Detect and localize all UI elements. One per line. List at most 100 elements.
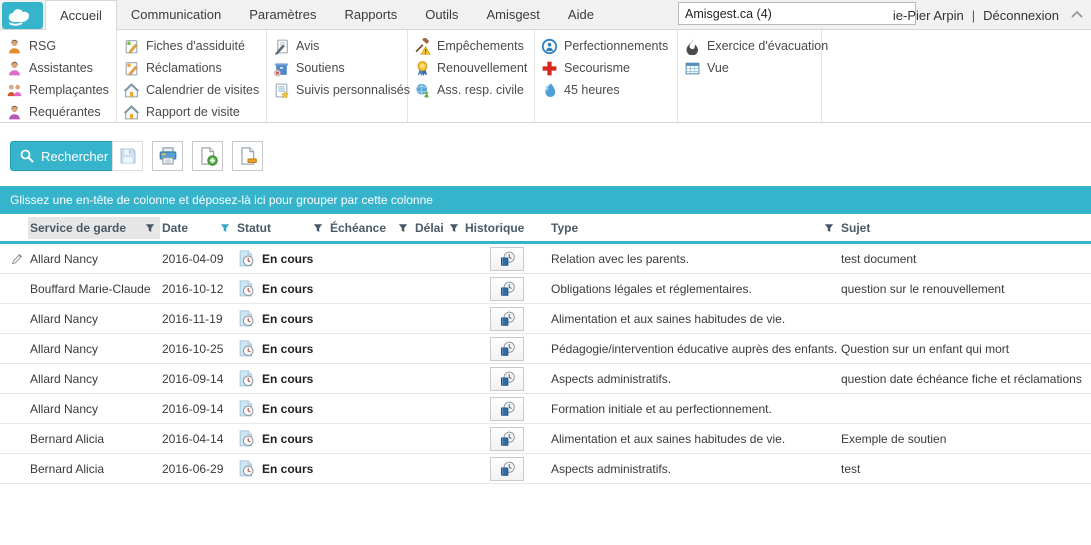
table-row[interactable]: Bouffard Marie-Claude 2016-10-12 En cours O… — [0, 274, 1091, 304]
status-label: En cours — [262, 311, 314, 326]
ribbon-item-vue[interactable]: Vue — [684, 57, 821, 79]
table-row[interactable]: Allard Nancy 2016-04-09 En cours Relation a… — [0, 244, 1091, 274]
ribbon-tab-bar: Accueil Communication Paramètres Rapports Ou… — [0, 0, 1091, 31]
ribbon-item-secourisme[interactable]: Secourisme — [541, 57, 677, 79]
column-header-label: Délai — [415, 220, 444, 235]
table-row[interactable]: Allard Nancy 2016-09-14 En cours Aspects ad… — [0, 364, 1091, 394]
remove-record-button[interactable] — [232, 141, 263, 171]
search-button[interactable]: Rechercher — [10, 141, 122, 171]
ribbon-item-requerantes[interactable]: Requérantes — [6, 101, 116, 123]
history-button[interactable] — [490, 306, 524, 331]
cell-date: 2016-09-14 — [162, 401, 224, 416]
tab-communication[interactable]: Communication — [117, 0, 235, 30]
column-header-date[interactable]: Date — [160, 217, 235, 239]
table-row[interactable]: Bernard Alicia 2016-06-29 En cours Aspects … — [0, 454, 1091, 484]
column-header-historique[interactable]: Historique — [463, 217, 549, 239]
history-button[interactable] — [490, 366, 524, 391]
cell-sujet: test — [841, 461, 861, 476]
status-clock-page-icon — [237, 459, 256, 478]
cell-date: 2016-10-25 — [162, 341, 224, 356]
grid-header-row: Service de garde Date Statut Échéance Délai H… — [0, 214, 1091, 241]
history-button[interactable] — [490, 276, 524, 301]
cell-type: Pédagogie/intervention éducative auprès … — [551, 341, 838, 356]
ribbon-item-label: Requérantes — [29, 105, 101, 119]
ribbon-item-suivis-personnalises[interactable]: Suivis personnalisés — [273, 79, 410, 101]
ribbon-item-reclamations[interactable]: Réclamations — [123, 57, 266, 79]
ribbon-item-assistantes[interactable]: Assistantes — [6, 57, 116, 79]
account-selector[interactable] — [678, 2, 916, 25]
person-pink-icon — [6, 60, 23, 77]
column-header-delai[interactable]: Délai — [413, 217, 463, 239]
cell-date: 2016-06-29 — [162, 461, 224, 476]
cell-service-de-garde: Bernard Alicia — [30, 461, 105, 476]
ribbon-item-renouvellement[interactable]: Renouvellement — [414, 57, 534, 79]
filter-icon-service-de-garde[interactable] — [144, 222, 156, 234]
table-row[interactable]: Allard Nancy 2016-10-25 En cours Pédagogie/… — [0, 334, 1091, 364]
column-header-statut[interactable]: Statut — [235, 217, 328, 239]
group-by-panel[interactable]: Glissez une en-tête de colonne et dépose… — [0, 186, 1091, 214]
ribbon-group-2: Fiches d'assiduité Réclamations Calendrier… — [117, 30, 267, 122]
app-logo-icon[interactable] — [2, 2, 43, 29]
tab-accueil[interactable]: Accueil — [45, 0, 117, 31]
row-indicator-cell — [0, 334, 28, 363]
ribbon-item-soutiens[interactable]: Soutiens — [273, 57, 407, 79]
status-clock-page-icon — [237, 369, 256, 388]
edit-pencil-icon — [10, 252, 24, 266]
filter-icon-delai[interactable] — [448, 222, 460, 234]
tab-aide[interactable]: Aide — [554, 0, 608, 30]
ribbon-item-rsg[interactable]: RSG — [6, 35, 116, 57]
add-record-button[interactable] — [192, 141, 223, 171]
history-button[interactable] — [490, 246, 524, 271]
cell-delai — [413, 274, 463, 303]
cell-service-de-garde: Allard Nancy — [30, 371, 99, 386]
tab-parametres[interactable]: Paramètres — [235, 0, 330, 30]
globe-person-icon — [414, 82, 431, 99]
ribbon-item-label: Ass. resp. civile — [437, 83, 524, 97]
cell-statut: En cours — [235, 424, 328, 453]
ribbon-item-label: Avis — [296, 39, 320, 53]
print-button[interactable] — [152, 141, 183, 171]
tab-rapports[interactable]: Rapports — [330, 0, 411, 30]
table-row[interactable]: Allard Nancy 2016-11-19 En cours Alimentati… — [0, 304, 1091, 334]
gavel-warning-icon — [414, 37, 431, 55]
history-button[interactable] — [490, 396, 524, 421]
cell-delai — [413, 424, 463, 453]
red-cross-icon — [541, 60, 558, 77]
box-support-icon — [273, 60, 290, 77]
cell-sujet: test document — [841, 251, 917, 266]
tab-outils[interactable]: Outils — [411, 0, 472, 30]
ribbon-item-label: Réclamations — [146, 61, 222, 75]
column-header-label: Échéance — [330, 220, 387, 235]
filter-icon-echeance[interactable] — [397, 222, 409, 234]
history-icon — [499, 250, 516, 267]
table-row[interactable]: Bernard Alicia 2016-04-14 En cours Alimenta… — [0, 424, 1091, 454]
column-header-service-de-garde[interactable]: Service de garde — [28, 216, 160, 239]
filter-icon-statut[interactable] — [312, 222, 324, 234]
ribbon-item-perfectionnements[interactable]: Perfectionnements — [541, 35, 677, 57]
cell-date: 2016-10-12 — [162, 281, 224, 296]
ribbon-item-45-heures[interactable]: 45 heures — [541, 79, 677, 101]
filter-icon-date[interactable] — [219, 222, 231, 234]
history-icon — [499, 340, 516, 357]
logout-link[interactable]: Déconnexion — [983, 8, 1059, 23]
history-button[interactable] — [490, 336, 524, 361]
ribbon-item-fiches-d-assiduite[interactable]: Fiches d'assiduité — [123, 35, 266, 57]
history-button[interactable] — [490, 426, 524, 451]
column-header-sujet[interactable]: Sujet — [839, 217, 1091, 239]
ribbon-item-ass-resp-civile[interactable]: Ass. resp. civile — [414, 79, 534, 101]
column-header-label: Service de garde — [30, 220, 127, 235]
ribbon-item-rapport-de-visite[interactable]: Rapport de visite — [123, 101, 266, 123]
column-header-echeance[interactable]: Échéance — [328, 217, 413, 239]
collapse-ribbon-icon[interactable] — [1069, 7, 1085, 23]
save-button[interactable] — [112, 141, 143, 171]
ribbon-item-empechements[interactable]: Empêchements — [414, 35, 534, 57]
column-header-type[interactable]: Type — [549, 217, 839, 239]
tab-amisgest[interactable]: Amisgest — [472, 0, 553, 30]
ribbon-item-remplacantes[interactable]: Remplaçantes — [6, 79, 116, 101]
ribbon-item-exercice-d-evacuation[interactable]: Exercice d'évacuation — [684, 35, 828, 57]
ribbon-item-avis[interactable]: Avis — [273, 35, 407, 57]
ribbon-item-calendrier-de-visites[interactable]: Calendrier de visites — [123, 79, 266, 101]
filter-icon-type[interactable] — [823, 222, 835, 234]
table-row[interactable]: Allard Nancy 2016-09-14 En cours Formation … — [0, 394, 1091, 424]
history-button[interactable] — [490, 456, 524, 481]
